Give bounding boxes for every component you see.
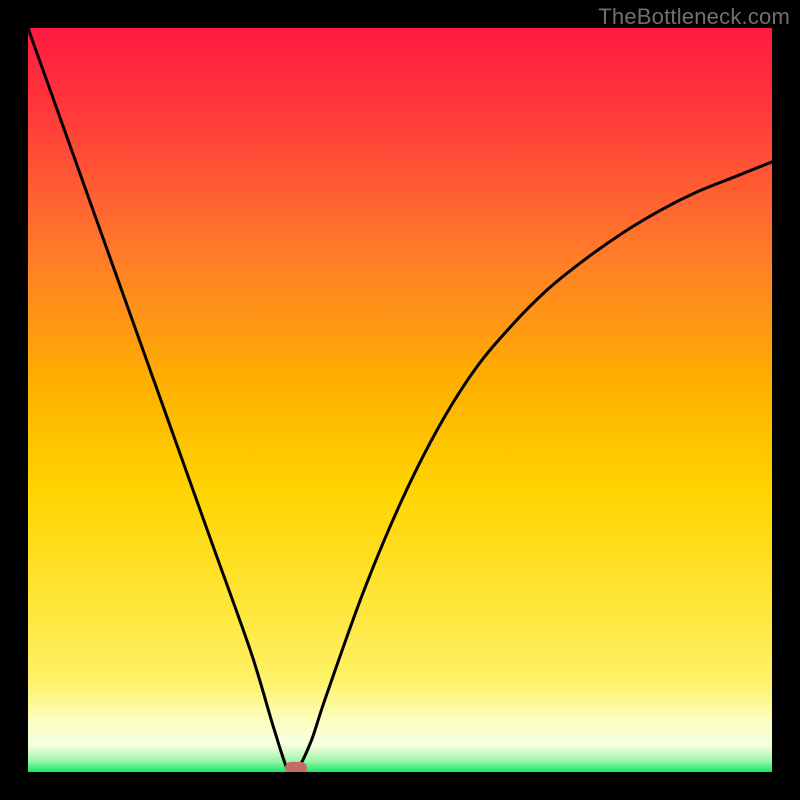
bottleneck-curve [28, 28, 772, 772]
watermark-text: TheBottleneck.com [598, 4, 790, 30]
plot-area [28, 28, 772, 772]
chart-frame: TheBottleneck.com [0, 0, 800, 800]
minimum-marker [285, 762, 307, 772]
